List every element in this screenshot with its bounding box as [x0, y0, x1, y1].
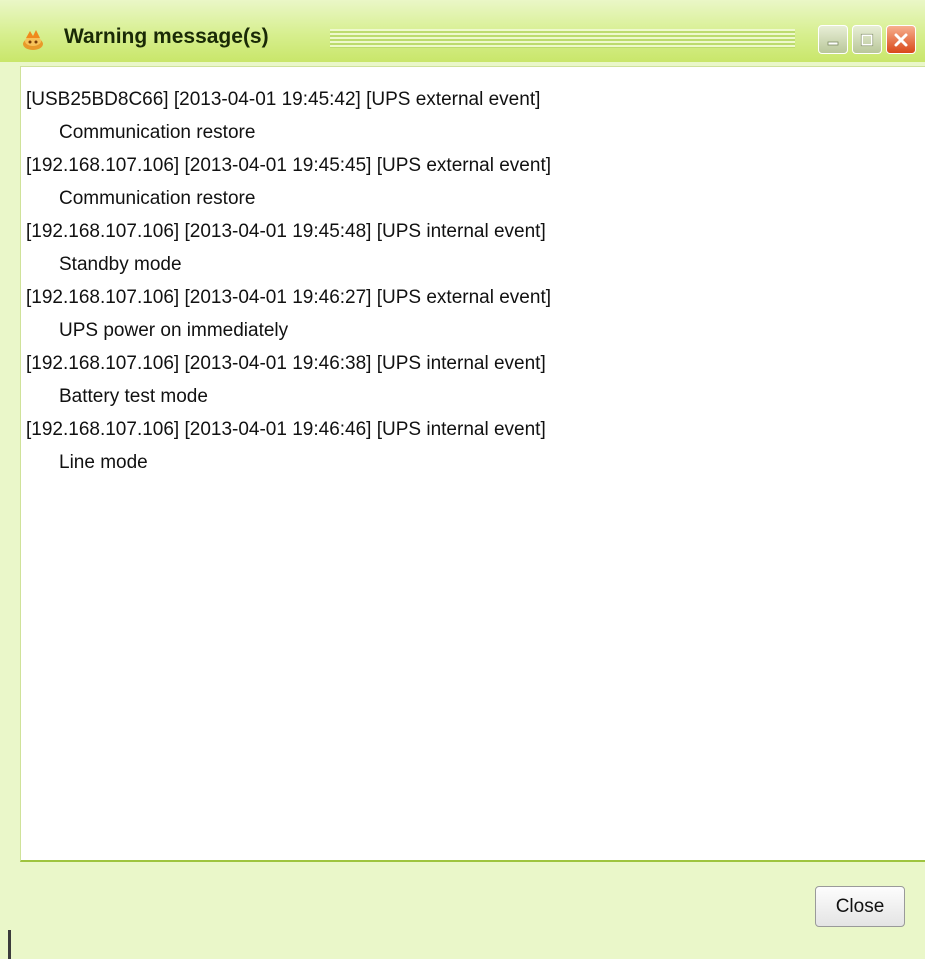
message-detail: Line mode: [59, 452, 148, 473]
close-window-button[interactable]: [886, 25, 916, 54]
message-detail: Standby mode: [59, 254, 182, 275]
minimize-button[interactable]: [818, 25, 848, 54]
message-header: [192.168.107.106] [2013-04-01 19:46:27] …: [26, 287, 551, 308]
message-item: [192.168.107.106] [2013-04-01 19:46:27] …: [26, 281, 925, 347]
message-header: [USB25BD8C66] [2013-04-01 19:45:42] [UPS…: [26, 89, 541, 110]
message-detail: Communication restore: [59, 188, 256, 209]
message-header: [192.168.107.106] [2013-04-01 19:46:46] …: [26, 419, 546, 440]
warning-window: Warning message(s) [USB25BD8C66] [2013-0…: [0, 0, 925, 959]
maximize-button[interactable]: [852, 25, 882, 54]
message-item: [192.168.107.106] [2013-04-01 19:45:48] …: [26, 215, 925, 281]
message-item: [192.168.107.106] [2013-04-01 19:46:38] …: [26, 347, 925, 413]
ups-warning-icon: [23, 30, 43, 50]
message-list[interactable]: [USB25BD8C66] [2013-04-01 19:45:42] [UPS…: [20, 66, 925, 862]
message-item: [192.168.107.106] [2013-04-01 19:46:46] …: [26, 413, 925, 479]
message-header: [192.168.107.106] [2013-04-01 19:45:48] …: [26, 221, 546, 242]
message-header: [192.168.107.106] [2013-04-01 19:45:45] …: [26, 155, 551, 176]
message-detail: Communication restore: [59, 122, 256, 143]
dialog-footer: Close: [0, 864, 925, 959]
close-icon: [894, 33, 908, 46]
message-detail: UPS power on immediately: [59, 320, 289, 341]
resize-edge[interactable]: [8, 930, 11, 959]
window-title: Warning message(s): [64, 25, 269, 48]
message-detail: Battery test mode: [59, 386, 208, 407]
message-item: [USB25BD8C66] [2013-04-01 19:45:42] [UPS…: [26, 83, 925, 149]
message-header: [192.168.107.106] [2013-04-01 19:46:38] …: [26, 353, 546, 374]
close-button[interactable]: Close: [815, 886, 905, 927]
title-bar[interactable]: Warning message(s): [0, 0, 925, 62]
message-item: [192.168.107.106] [2013-04-01 19:45:45] …: [26, 149, 925, 215]
maximize-icon: [860, 33, 874, 46]
title-bar-grip: [330, 29, 795, 48]
minimize-icon: [827, 41, 839, 45]
